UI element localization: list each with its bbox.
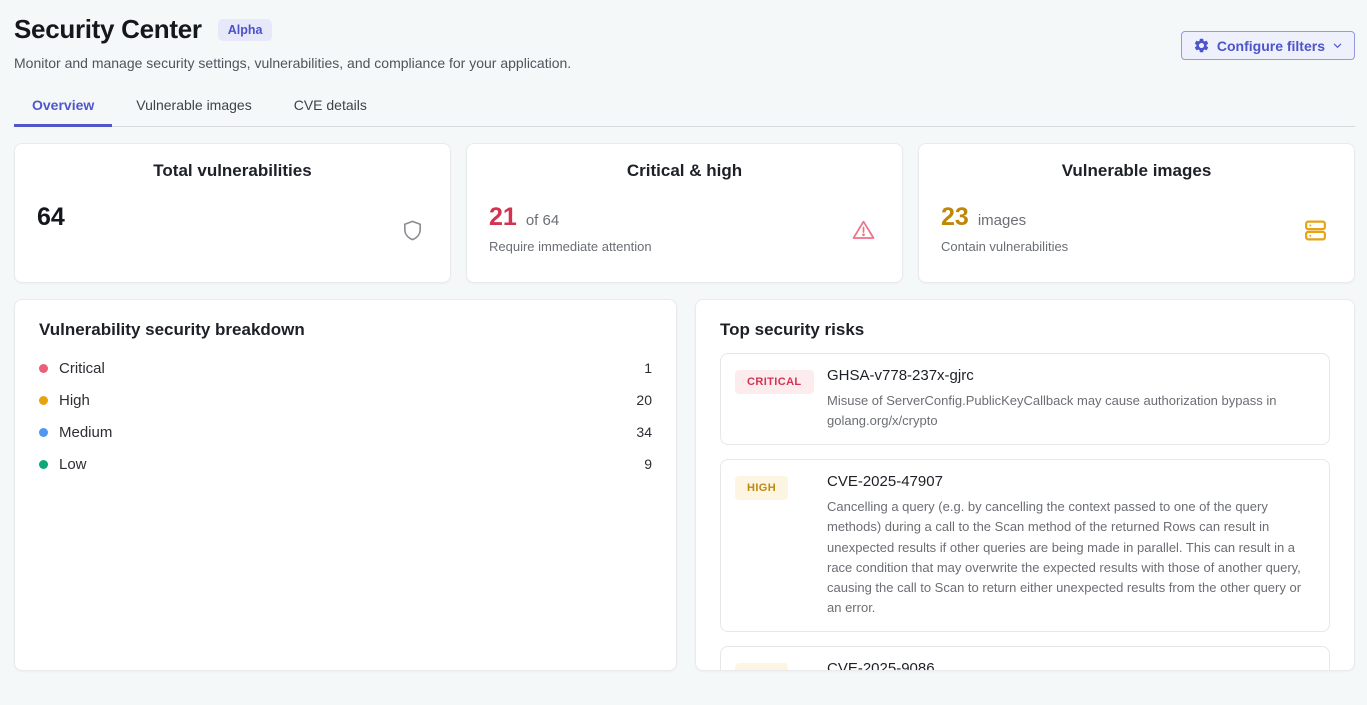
top-risks-title: Top security risks [720,320,1330,340]
risk-card-cve-2025-47907[interactable]: HIGH CVE-2025-47907 Cancelling a query (… [720,459,1330,632]
risk-id: CVE-2025-47907 [827,473,1315,490]
risk-description: Cancelling a query (e.g. by cancelling t… [827,497,1315,618]
risk-id: CVE-2025-9086 [827,660,1315,671]
legend-value: 9 [644,456,652,472]
risk-card-cve-2025-9086[interactable]: HIGH CVE-2025-9086 [720,646,1330,671]
legend-value: 1 [644,360,652,376]
critical-dot-icon [39,364,48,373]
stat-card-vulnerable-images: Vulnerable images 23 images Contain vuln… [918,143,1355,283]
severity-badge: CRITICAL [735,370,814,394]
configure-filters-button[interactable]: Configure filters [1181,31,1355,60]
risk-description: Misuse of ServerConfig.PublicKeyCallback… [827,391,1315,431]
medium-dot-icon [39,428,48,437]
critical-high-suffix: of 64 [526,212,559,229]
stat-card-row: Total vulnerabilities 64 Critical & high… [14,143,1355,283]
critical-high-subtext: Require immediate attention [489,239,880,254]
configure-filters-label: Configure filters [1217,38,1325,54]
risk-card-ghsa-v778-237x-gjrc[interactable]: CRITICAL GHSA-v778-237x-gjrc Misuse of S… [720,353,1330,445]
gear-icon [1193,37,1210,54]
risk-list: CRITICAL GHSA-v778-237x-gjrc Misuse of S… [720,353,1330,671]
chevron-down-icon [1332,40,1343,51]
legend-row-high: High 20 [39,384,652,416]
warning-triangle-icon [851,218,876,247]
stat-card-title: Critical & high [489,161,880,181]
page-title: Security Center [14,14,202,45]
vulnerable-images-subtext: Contain vulnerabilities [941,239,1332,254]
vulnerable-images-value: 23 [941,203,969,232]
severity-badge: HIGH [735,476,788,500]
page-subtitle: Monitor and manage security settings, vu… [14,55,1355,71]
legend-row-critical: Critical 1 [39,352,652,384]
tab-bar: Overview Vulnerable images CVE details [14,88,1355,127]
stat-card-critical-high: Critical & high 21 of 64 Require immedia… [466,143,903,283]
critical-high-value: 21 [489,203,517,232]
vulnerability-breakdown-panel: Vulnerability security breakdown Critica… [14,299,677,671]
legend-label: Low [59,456,87,473]
tab-cve-details[interactable]: CVE details [276,88,385,127]
page-header: Security Center Alpha [14,14,1355,45]
legend-row-low: Low 9 [39,448,652,480]
breakdown-legend: Critical 1 High 20 Medium 34 Low 9 [39,352,652,480]
severity-badge: HIGH [735,663,788,671]
total-vulnerabilities-value: 64 [37,203,65,232]
tab-vulnerable-images[interactable]: Vulnerable images [118,88,269,127]
lower-panels: Vulnerability security breakdown Critica… [14,299,1355,671]
legend-label: Medium [59,424,112,441]
breakdown-title: Vulnerability security breakdown [39,320,652,340]
high-dot-icon [39,396,48,405]
vulnerable-images-suffix: images [978,212,1026,229]
top-security-risks-panel: Top security risks CRITICAL GHSA-v778-23… [695,299,1355,671]
risk-id: GHSA-v778-237x-gjrc [827,367,1315,384]
alpha-badge: Alpha [218,19,273,41]
stat-card-title: Total vulnerabilities [37,161,428,181]
legend-label: High [59,392,90,409]
shield-icon [401,218,424,248]
stat-card-total-vulnerabilities: Total vulnerabilities 64 [14,143,451,283]
legend-value: 34 [636,424,652,440]
low-dot-icon [39,460,48,469]
legend-label: Critical [59,360,105,377]
stat-card-title: Vulnerable images [941,161,1332,181]
legend-row-medium: Medium 34 [39,416,652,448]
tab-overview[interactable]: Overview [14,88,112,127]
legend-value: 20 [636,392,652,408]
server-icon [1303,218,1328,248]
